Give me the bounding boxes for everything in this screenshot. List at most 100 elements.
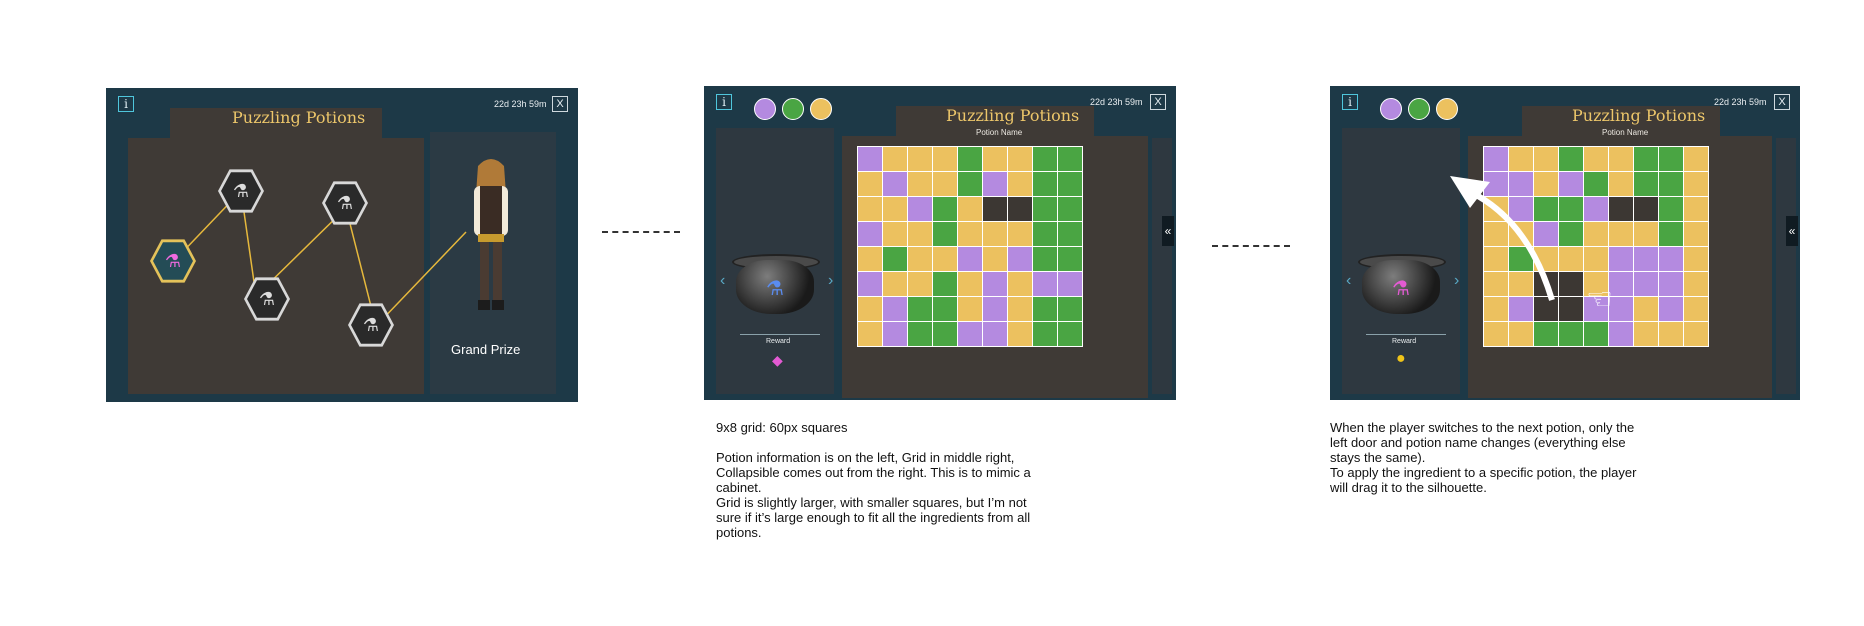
flow-connector-2 <box>1212 245 1290 247</box>
info-button[interactable]: i <box>716 94 732 110</box>
grid-cell[interactable] <box>983 247 1007 271</box>
flask-icon: ⚗ <box>232 180 250 201</box>
design-note-grid: 9x8 grid: 60px squares Potion informatio… <box>716 420 1031 540</box>
grid-cell[interactable] <box>1033 297 1057 321</box>
grid-cell[interactable] <box>933 272 957 296</box>
grid-cell[interactable] <box>1008 247 1032 271</box>
grid-cell[interactable] <box>1008 322 1032 346</box>
grid-cell[interactable] <box>883 197 907 221</box>
grid-cell[interactable] <box>1058 197 1082 221</box>
ingredient-green[interactable] <box>782 98 804 120</box>
grid-cell[interactable] <box>1058 322 1082 346</box>
grid-cell[interactable] <box>858 322 882 346</box>
potion-map-screen: i 22d 23h 59m X Puzzling Potions ⚗ ⚗ ⚗ ⚗… <box>106 88 578 402</box>
reward-label: Reward <box>766 338 791 345</box>
grid-cell[interactable] <box>908 222 932 246</box>
collapsible-toggle[interactable]: « <box>1162 216 1174 246</box>
grid-cell[interactable] <box>1008 197 1032 221</box>
close-button[interactable]: X <box>1150 94 1166 110</box>
grid-cell[interactable] <box>983 172 1007 196</box>
grid-cell[interactable] <box>858 197 882 221</box>
potion-flask-icon: ⚗ <box>766 278 784 300</box>
grid-cell[interactable] <box>908 297 932 321</box>
grid-cell[interactable] <box>933 322 957 346</box>
grid-cell[interactable] <box>908 172 932 196</box>
grid-cell[interactable] <box>858 297 882 321</box>
grid-cell[interactable] <box>933 297 957 321</box>
grid-cell[interactable] <box>1033 197 1057 221</box>
potion-name: Potion Name <box>976 128 1023 137</box>
grand-prize-label: Grand Prize <box>451 342 521 357</box>
grid-cell[interactable] <box>958 272 982 296</box>
grid-cell[interactable] <box>1058 272 1082 296</box>
grand-prize-character <box>474 159 508 310</box>
grid-cell[interactable] <box>883 322 907 346</box>
grid-cell[interactable] <box>858 247 882 271</box>
grid-cell[interactable] <box>958 297 982 321</box>
grid-cell[interactable] <box>883 297 907 321</box>
grid-cell[interactable] <box>908 147 932 171</box>
collapsible-door <box>1152 138 1172 394</box>
grid-cell[interactable] <box>933 172 957 196</box>
grid-cell[interactable] <box>858 172 882 196</box>
grid-cell[interactable] <box>933 197 957 221</box>
grid-cell[interactable] <box>1058 147 1082 171</box>
grid-cell[interactable] <box>1008 297 1032 321</box>
ingredient-purple[interactable] <box>754 98 776 120</box>
grid-cell[interactable] <box>1033 247 1057 271</box>
grid-cell[interactable] <box>933 247 957 271</box>
grid-cell[interactable] <box>1058 297 1082 321</box>
grid-cell[interactable] <box>1033 222 1057 246</box>
grid-cell[interactable] <box>908 322 932 346</box>
potion-grid-screen: i 22d 23h 59m X Puzzling Potions Potion … <box>704 86 1176 400</box>
next-potion-arrow[interactable]: › <box>828 272 833 290</box>
grid-cell[interactable] <box>933 147 957 171</box>
grid-cell[interactable] <box>933 222 957 246</box>
grid-cell[interactable] <box>958 222 982 246</box>
grid-cell[interactable] <box>958 147 982 171</box>
grid-cell[interactable] <box>958 322 982 346</box>
grid-cell[interactable] <box>883 272 907 296</box>
previous-potion-arrow[interactable]: ‹ <box>720 272 725 290</box>
collapsible-toggle[interactable]: « <box>1786 216 1798 246</box>
grid-cell[interactable] <box>858 147 882 171</box>
grid-cell[interactable] <box>1033 322 1057 346</box>
ingredient-yellow[interactable] <box>810 98 832 120</box>
potion-node-3-inner: ⚗ <box>247 280 287 318</box>
grid-cell[interactable] <box>908 272 932 296</box>
grid-cell[interactable] <box>958 247 982 271</box>
grid-cell[interactable] <box>1058 222 1082 246</box>
grid-cell[interactable] <box>1058 172 1082 196</box>
grid-cell[interactable] <box>908 197 932 221</box>
grid-cell[interactable] <box>1033 272 1057 296</box>
flow-connector-1 <box>602 231 680 233</box>
grid-cell[interactable] <box>983 297 1007 321</box>
grid-cell[interactable] <box>858 222 882 246</box>
grid-cell[interactable] <box>983 222 1007 246</box>
grid-cell[interactable] <box>1033 147 1057 171</box>
flask-icon: ⚗ <box>362 314 380 335</box>
potion-drag-screen: i 22d 23h 59m X Puzzling Potions Potion … <box>1330 86 1800 400</box>
reward-divider <box>740 334 820 335</box>
grid-cell[interactable] <box>983 322 1007 346</box>
grid-cell[interactable] <box>1008 222 1032 246</box>
grid-cell[interactable] <box>1058 247 1082 271</box>
grid-cell[interactable] <box>983 147 1007 171</box>
grid-cell[interactable] <box>883 247 907 271</box>
pointing-hand-icon: ☜ <box>1586 283 1613 316</box>
grid-cell[interactable] <box>883 147 907 171</box>
drag-arrow-overlay <box>1450 176 1555 301</box>
grid-cell[interactable] <box>883 172 907 196</box>
grid-cell[interactable] <box>1008 172 1032 196</box>
grid-cell[interactable] <box>883 222 907 246</box>
grid-cell[interactable] <box>958 197 982 221</box>
grid-cell[interactable] <box>983 197 1007 221</box>
grid-cell[interactable] <box>908 247 932 271</box>
grid-cell[interactable] <box>1008 147 1032 171</box>
grid-cell[interactable] <box>1008 272 1032 296</box>
ingredient-grid[interactable] <box>857 146 1083 347</box>
grid-cell[interactable] <box>983 272 1007 296</box>
grid-cell[interactable] <box>1033 172 1057 196</box>
grid-cell[interactable] <box>958 172 982 196</box>
grid-cell[interactable] <box>858 272 882 296</box>
